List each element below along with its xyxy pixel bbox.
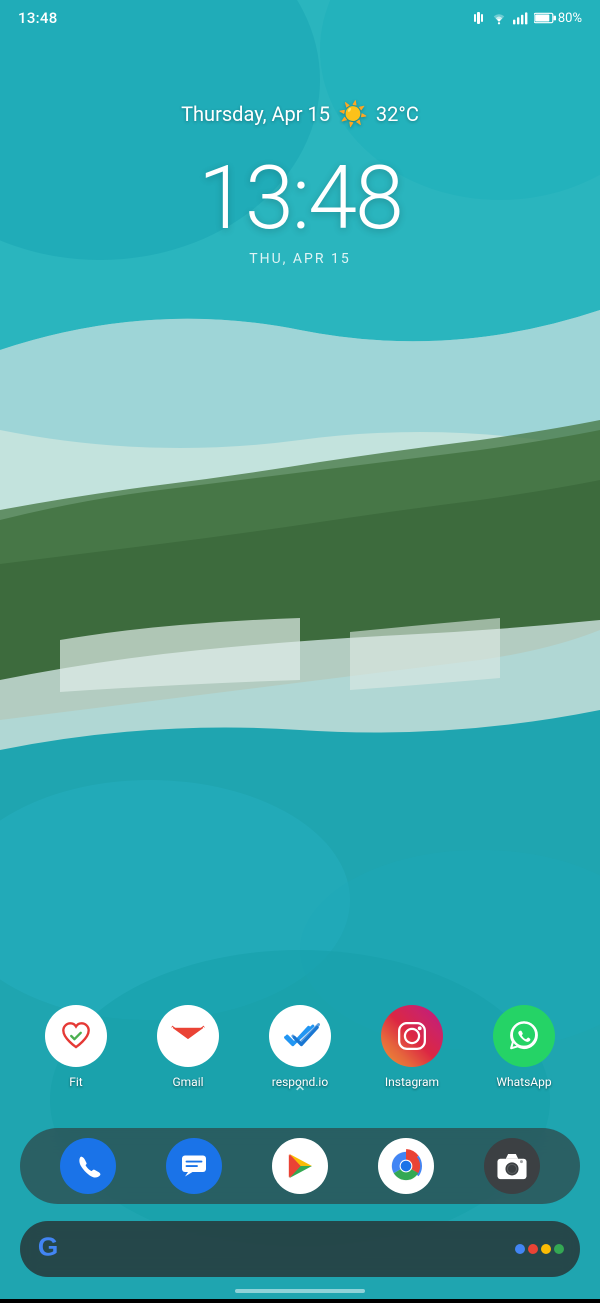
clock-date: THU, APR 15 (0, 251, 600, 267)
fit-icon (57, 1017, 95, 1055)
respond-icon (280, 1016, 320, 1056)
battery-icon: 80% (534, 11, 582, 26)
app-grid: Fit (0, 1005, 600, 1089)
clock-time: 13:48 (0, 155, 600, 243)
fit-icon-wrapper (45, 1005, 107, 1067)
dock-playstore[interactable] (272, 1138, 328, 1194)
weather-icon: ☀️ (338, 100, 368, 128)
chrome-icon (389, 1149, 423, 1183)
instagram-icon (394, 1018, 430, 1054)
playstore-icon (284, 1150, 316, 1182)
drawer-hint[interactable]: ⌃ (0, 1083, 600, 1104)
weather-widget: Thursday, Apr 15 ☀️ 32°C (0, 100, 600, 128)
messages-icon (179, 1151, 209, 1181)
gmail-icon (169, 1021, 207, 1051)
svg-text:G: G (38, 1231, 58, 1261)
drawer-chevron-icon: ⌃ (292, 1083, 307, 1104)
home-indicator (235, 1289, 365, 1293)
gmail-icon-wrapper (157, 1005, 219, 1067)
respond-icon-wrapper (269, 1005, 331, 1067)
dock-camera[interactable] (484, 1138, 540, 1194)
phone-icon (73, 1151, 103, 1181)
weather-line: Thursday, Apr 15 ☀️ 32°C (0, 100, 600, 128)
signal-icon (513, 11, 529, 25)
instagram-icon-wrapper (381, 1005, 443, 1067)
status-time: 13:48 (18, 9, 58, 27)
status-bar: 13:48 80% (0, 0, 600, 36)
dock (20, 1128, 580, 1204)
whatsapp-icon-wrapper (493, 1005, 555, 1067)
wifi-icon (490, 11, 508, 25)
vibrate-icon (474, 12, 483, 24)
battery-percent: 80% (558, 11, 582, 26)
app-gmail[interactable]: Gmail (157, 1005, 219, 1089)
app-respond[interactable]: respond.io (269, 1005, 331, 1089)
search-bar[interactable]: G (20, 1221, 580, 1277)
dock-chrome[interactable] (378, 1138, 434, 1194)
weather-day: Thursday, Apr 15 (181, 102, 330, 126)
status-icons: 80% (474, 11, 582, 26)
whatsapp-icon (505, 1017, 543, 1055)
weather-temp: 32°C (376, 102, 419, 126)
google-assistant-dots (515, 1244, 564, 1254)
camera-icon (496, 1150, 528, 1182)
clock-widget: 13:48 THU, APR 15 (0, 155, 600, 267)
dock-messages[interactable] (166, 1138, 222, 1194)
dock-phone[interactable] (60, 1138, 116, 1194)
app-whatsapp[interactable]: WhatsApp (493, 1005, 555, 1089)
app-fit[interactable]: Fit (45, 1005, 107, 1089)
app-instagram[interactable]: Instagram (381, 1005, 443, 1089)
google-g-logo: G (36, 1231, 66, 1268)
